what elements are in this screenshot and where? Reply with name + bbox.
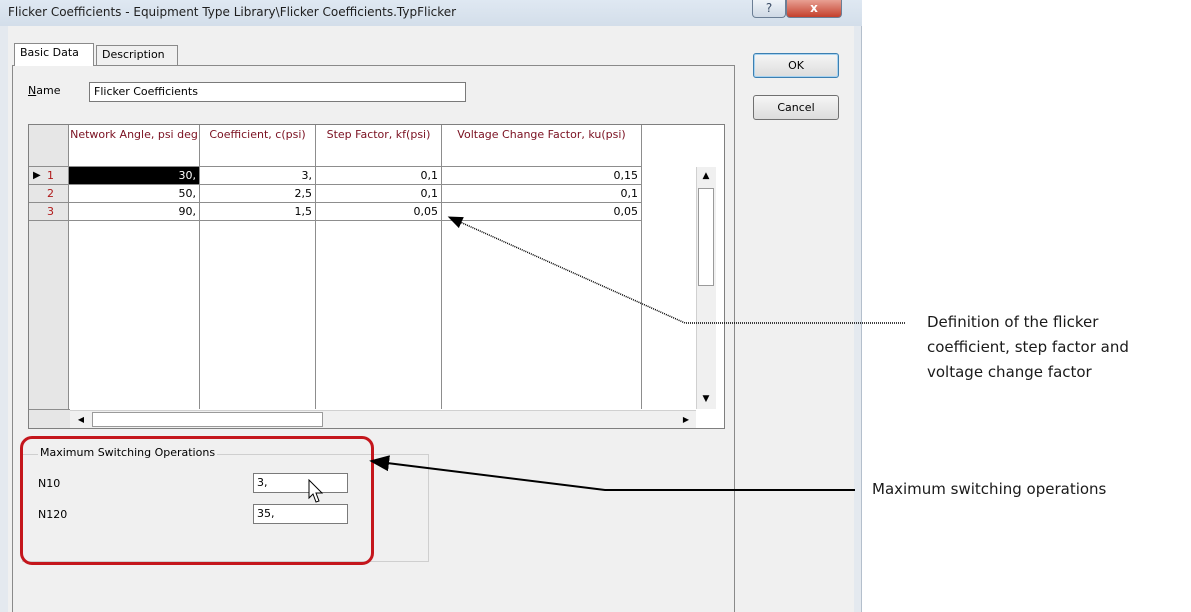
switching-annotation: Maximum switching operations <box>872 480 1107 498</box>
annotation-arrows <box>369 216 905 491</box>
grid-annotation: Definition of the flicker coefficient, s… <box>927 313 1129 381</box>
switching-annotation-arrow <box>369 455 855 491</box>
grid-annotation-arrow <box>447 216 905 324</box>
tab-basic-data[interactable]: Basic Data <box>14 43 94 66</box>
